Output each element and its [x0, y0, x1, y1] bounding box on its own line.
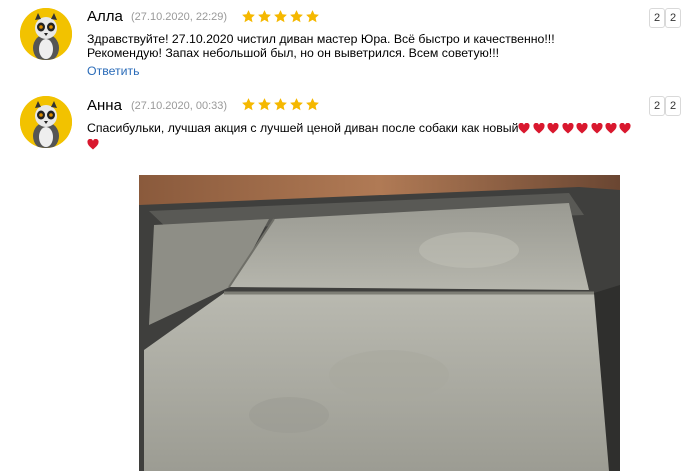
heart-emoji-icon: [518, 123, 530, 134]
review-date: (27.10.2020, 00:33): [131, 100, 228, 112]
star-icon: [290, 10, 303, 23]
review-photo[interactable]: [139, 175, 620, 471]
avatar[interactable]: [20, 96, 72, 148]
star-icon: [258, 10, 271, 23]
avatar[interactable]: [20, 8, 72, 60]
review-author-name: Алла: [87, 8, 123, 25]
heart-emoji-icon: [576, 123, 588, 134]
heart-emoji-group: [518, 123, 631, 137]
heart-emoji-icon: [87, 139, 99, 150]
vote-down-counter[interactable]: 2: [665, 8, 681, 28]
vote-down-counter[interactable]: 2: [665, 96, 681, 116]
review-text: Спасибульки, лучшая акция с лучшей ценой…: [87, 121, 647, 153]
star-icon: [242, 10, 255, 23]
lemur-avatar-icon: [20, 96, 72, 148]
review-date: (27.10.2020, 22:29): [131, 11, 228, 23]
heart-emoji-icon: [619, 123, 631, 134]
review-text: Здравствуйте! 27.10.2020 чистил диван ма…: [87, 32, 555, 60]
reply-link[interactable]: Ответить: [87, 64, 140, 78]
star-icon: [306, 10, 319, 23]
sofa-photo-image: [139, 175, 620, 471]
review-author-name: Анна: [87, 97, 122, 114]
star-rating: [241, 9, 320, 24]
star-icon: [290, 98, 303, 111]
vote-up-counter[interactable]: 2: [649, 8, 665, 28]
heart-emoji-icon: [562, 123, 574, 134]
star-rating: [241, 97, 320, 112]
review-text-line: Рекомендую! Запах небольшой был, но он в…: [87, 46, 500, 60]
heart-emoji-icon: [591, 123, 603, 134]
heart-emoji-icon: [533, 123, 545, 134]
star-icon: [274, 10, 287, 23]
review-text-line: Спасибульки, лучшая акция с лучшей ценой…: [87, 121, 519, 135]
review-text-line: Здравствуйте! 27.10.2020 чистил диван ма…: [87, 32, 555, 46]
heart-emoji-icon: [605, 123, 617, 134]
star-icon: [306, 98, 319, 111]
star-icon: [274, 98, 287, 111]
heart-emoji-icon: [547, 123, 559, 134]
vote-up-counter[interactable]: 2: [649, 96, 665, 116]
heart-emoji-group: [87, 139, 99, 153]
star-icon: [258, 98, 271, 111]
star-icon: [242, 98, 255, 111]
lemur-avatar-icon: [20, 8, 72, 60]
